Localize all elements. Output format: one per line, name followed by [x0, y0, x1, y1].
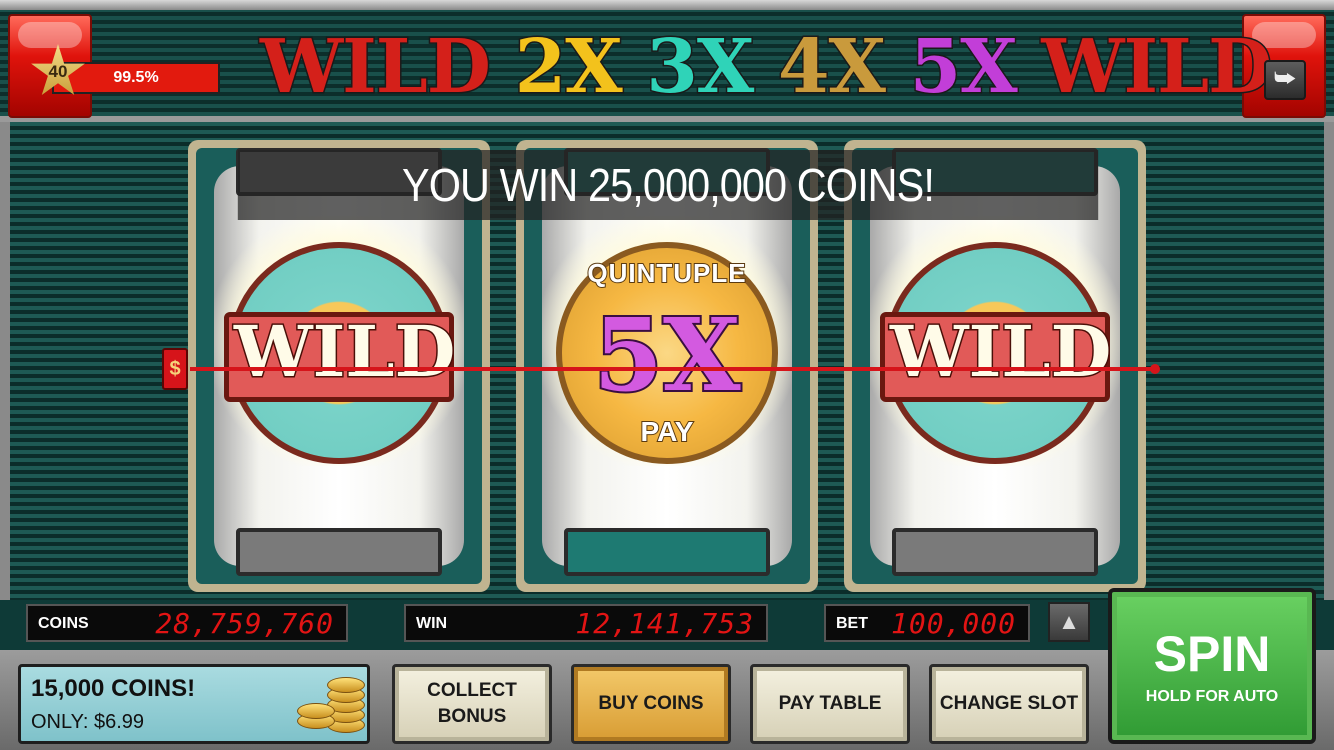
triangle-up-icon: ▲ — [1058, 609, 1080, 634]
wild-symbol-text: WILD — [233, 309, 457, 395]
spin-hold-hint: HOLD FOR AUTO — [1145, 688, 1279, 705]
change-slot-button[interactable]: CHANGE SLOT — [929, 664, 1089, 744]
level-progress-label: 99.5% — [113, 69, 159, 86]
exit-button[interactable]: ⮩ — [1264, 60, 1306, 100]
coins-value: 28,759,760 — [155, 607, 334, 640]
pay-table-label: PAY TABLE — [778, 693, 882, 714]
coins-label: COINS — [38, 615, 89, 632]
change-slot-label: CHANGE SLOT — [939, 693, 1079, 714]
five-x-text: 5X — [591, 296, 742, 414]
quintuple-pay-symbol: QUINTUPLE 5X PAY — [556, 242, 778, 464]
quintuple-text: QUINTUPLE — [586, 257, 747, 289]
title-4x: 4X — [777, 23, 888, 112]
bet-label: BET — [836, 615, 868, 632]
collect-bonus-button[interactable]: COLLECT BONUS — [392, 664, 552, 744]
win-label: WIN — [416, 615, 448, 632]
pay-table-button[interactable]: PAY TABLE — [750, 664, 910, 744]
win-meter: WIN 12,141,753 — [404, 604, 768, 642]
offer-title: 15,000 COINS! — [31, 675, 196, 702]
wild-symbol: WILD — [224, 242, 457, 464]
wild-symbol-text: WILD — [889, 309, 1113, 395]
payline-end-dot — [1150, 364, 1160, 374]
spin-label: SPIN — [1153, 626, 1271, 682]
title-wild-right: WILD — [1040, 23, 1274, 112]
reel-slot-bottom — [564, 528, 770, 576]
buy-coins-button[interactable]: BUY COINS — [571, 664, 731, 744]
payline — [190, 367, 1156, 371]
top-frame — [0, 0, 1334, 10]
title-wild-left: WILD — [259, 23, 493, 112]
buy-coins-label: BUY COINS — [598, 693, 704, 714]
coin-offer-button[interactable]: 15,000 COINS! ONLY: $6.99 — [18, 664, 370, 744]
offer-price: ONLY: $6.99 — [31, 711, 145, 733]
bet-value: 100,000 — [890, 607, 1016, 640]
player-level: 40 — [48, 62, 68, 81]
game-title: WILD 2X 3X 4X 5X WILD — [259, 22, 1274, 112]
exit-icon: ⮩ — [1273, 65, 1297, 92]
coin-icon — [327, 677, 365, 693]
coin-icon — [297, 703, 335, 719]
collect-bonus-label: COLLECT BONUS — [427, 680, 517, 727]
pay-text: PAY — [640, 415, 695, 448]
title-2x: 2X — [513, 23, 624, 112]
bet-increase-button[interactable]: ▲ — [1048, 602, 1090, 642]
payline-marker: $ — [162, 348, 188, 390]
reel-slot-bottom — [892, 528, 1098, 576]
title-3x: 3X — [645, 23, 756, 112]
coins-meter: COINS 28,759,760 — [26, 604, 348, 642]
top-bar: 99.5% 40 WILD 2X 3X 4X 5X WILD ⮩ — [0, 0, 1334, 122]
wild-symbol: WILD — [880, 242, 1113, 464]
reel-slot-bottom — [236, 528, 442, 576]
win-value: 12,141,753 — [575, 607, 754, 640]
win-message: YOU WIN 25,000,000 COINS! — [237, 150, 1099, 220]
title-5x: 5X — [908, 23, 1019, 112]
bet-meter: BET 100,000 — [824, 604, 1030, 642]
spin-button[interactable]: SPIN HOLD FOR AUTO — [1108, 588, 1316, 744]
